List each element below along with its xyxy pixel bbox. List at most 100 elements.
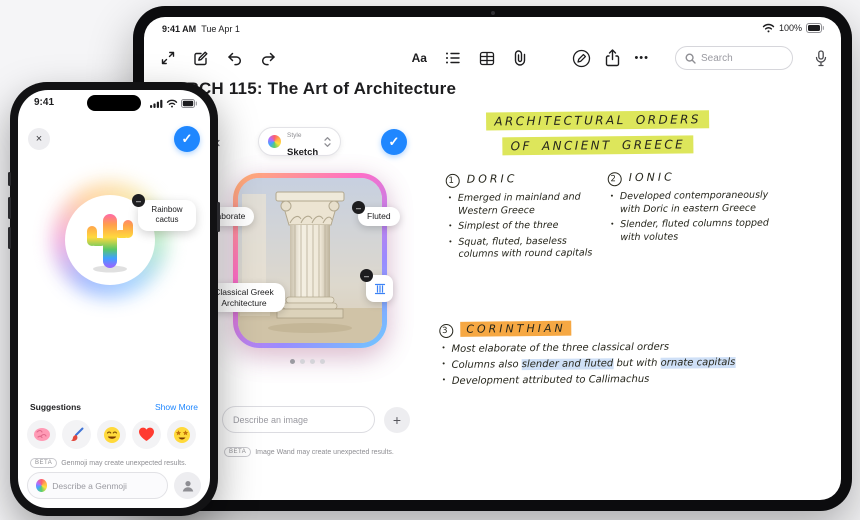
brain-emoji[interactable]: [27, 420, 56, 449]
attachment-icon[interactable]: [513, 50, 527, 66]
ipad-status-right: 100%: [762, 23, 825, 33]
redo-icon[interactable]: [260, 50, 277, 66]
pagination-dots: [290, 359, 325, 364]
corinthian-bullet: Most elaborate of the three classical or…: [441, 340, 739, 356]
doric-heading: DORIC: [466, 172, 518, 186]
section-ionic: 2 IONIC Developed contemporaneously with …: [607, 170, 777, 248]
remove-tag-icon[interactable]: –: [352, 201, 365, 214]
style-picker-chip[interactable]: Style Sketch: [258, 127, 342, 158]
corinthian-bullet: Development attributed to Callimachus: [442, 372, 740, 388]
beta-badge: BETA: [224, 447, 252, 457]
style-label: Style: [287, 131, 302, 139]
ipad-camera: [490, 10, 495, 15]
image-playground-icon: [268, 135, 281, 148]
paintbrush-emoji[interactable]: [62, 420, 91, 449]
ipad-status-date: Tue Apr 1: [201, 24, 240, 34]
highlighted-text: ornate capitals: [660, 357, 736, 369]
markup-pen-icon[interactable]: [572, 49, 591, 68]
ionic-bullet: Developed contemporaneously with Doric i…: [610, 190, 776, 217]
wifi-icon: [166, 99, 178, 108]
section-doric: 1 DORIC Emerged in mainland and Western G…: [445, 171, 599, 264]
tag-fluted[interactable]: – Fluted: [352, 201, 400, 226]
doric-number: 1: [445, 173, 460, 188]
starstruck-emoji[interactable]: [167, 420, 196, 449]
dynamic-island: [87, 95, 141, 111]
corinthian-number: 3: [439, 323, 454, 339]
ionic-bullet: Slender, fluted columns topped with volu…: [610, 218, 776, 245]
ipad-device: 9:41 AM Tue Apr 1 100% Aa ••• Search ARC…: [133, 6, 852, 511]
genmoji-input-row: [27, 472, 201, 499]
ipad-toolbar: Aa •••: [160, 41, 827, 75]
mic-icon[interactable]: [815, 49, 827, 67]
describe-image-input[interactable]: [233, 414, 364, 425]
emoji-suggestions: [27, 420, 196, 449]
style-value: Sketch: [287, 146, 319, 158]
highlighted-text: slender and fluted: [521, 358, 614, 371]
battery-icon: [806, 23, 825, 33]
remove-tag-icon[interactable]: –: [132, 194, 145, 207]
beta-badge: BETA: [30, 458, 58, 468]
doric-bullet: Simplest of the three: [448, 219, 598, 233]
doric-bullet: Squat, fluted, baseless columns with rou…: [448, 235, 598, 262]
show-more-link[interactable]: Show More: [155, 402, 198, 412]
iphone-screen: 9:41 × ✓ – Rainbow cactus Suggestions Sh…: [18, 90, 210, 508]
page-dot[interactable]: [290, 359, 295, 364]
text-style-icon[interactable]: Aa: [412, 51, 427, 65]
doric-bullet: Emerged in mainland and Western Greece: [448, 191, 598, 218]
people-picker-button[interactable]: [174, 472, 201, 499]
resize-icon[interactable]: [160, 50, 176, 66]
ionic-heading: IONIC: [628, 170, 675, 185]
suggestions-header: Suggestions Show More: [30, 402, 198, 412]
image-wand-beta-note: BETA Image Wand may create unexpected re…: [224, 447, 394, 457]
page-dot[interactable]: [320, 359, 325, 364]
column-icon: [373, 282, 387, 296]
describe-genmoji-field[interactable]: [27, 472, 168, 499]
describe-genmoji-input[interactable]: [52, 480, 159, 491]
iphone-status-time: 9:41: [34, 97, 55, 108]
undo-icon[interactable]: [226, 50, 243, 66]
ipad-status-bar: 9:41 AM Tue Apr 1: [162, 24, 240, 34]
describe-image-field[interactable]: [222, 406, 375, 433]
handwritten-notes-canvas[interactable]: ARCHITECTURAL ORDERS OF ANCIENT GREECE 1…: [437, 105, 831, 499]
tag-rainbow-cactus[interactable]: – Rainbow cactus: [132, 194, 196, 231]
remove-tag-icon[interactable]: –: [360, 269, 373, 282]
page-dot[interactable]: [300, 359, 305, 364]
notes-title-block: ARCHITECTURAL ORDERS OF ANCIENT GREECE: [455, 108, 741, 161]
corinthian-heading: CORINTHIAN: [460, 320, 572, 337]
iphone-status-icons: [150, 99, 198, 108]
ipad-status-time: 9:41 AM: [162, 24, 197, 34]
close-icon[interactable]: ×: [28, 128, 50, 150]
tag-column-style-chip[interactable]: –: [360, 269, 393, 302]
section-corinthian: 3 CORINTHIAN Most elaborate of the three …: [439, 320, 740, 392]
signal-icon: [150, 99, 163, 108]
page-dot[interactable]: [310, 359, 315, 364]
beta-note-text: Genmoji may create unexpected results.: [61, 459, 187, 467]
genmoji-beta-note: BETA Genmoji may create unexpected resul…: [30, 458, 187, 468]
iphone-device: 9:41 × ✓ – Rainbow cactus Suggestions Sh…: [8, 82, 220, 516]
more-icon[interactable]: •••: [634, 52, 649, 64]
laughing-emoji[interactable]: [97, 420, 126, 449]
power-button: [217, 202, 220, 232]
volume-down-button: [8, 227, 11, 249]
ipad-screen: 9:41 AM Tue Apr 1 100% Aa ••• Search ARC…: [144, 17, 841, 500]
heart-emoji[interactable]: [132, 420, 161, 449]
battery-percent: 100%: [778, 23, 802, 33]
rainbow-cactus-emoji: [82, 206, 138, 274]
confirm-check-icon[interactable]: ✓: [174, 126, 200, 152]
ionic-number: 2: [607, 172, 622, 187]
beta-note-text: Image Wand may create unexpected results…: [255, 448, 394, 456]
generated-image-card[interactable]: [233, 173, 387, 348]
suggestions-label: Suggestions: [30, 402, 82, 412]
add-icon[interactable]: +: [384, 407, 410, 433]
note-title: ARCH 115: The Art of Architecture: [174, 79, 457, 98]
action-button: [8, 172, 11, 186]
search-icon: [685, 52, 696, 64]
stage: 9:41 AM Tue Apr 1 100% Aa ••• Search ARC…: [0, 0, 860, 520]
share-icon[interactable]: [605, 49, 620, 67]
compose-icon[interactable]: [193, 50, 209, 66]
search-field[interactable]: [675, 46, 793, 70]
checklist-icon[interactable]: [445, 51, 461, 65]
confirm-check-icon[interactable]: ✓: [381, 129, 407, 155]
table-icon[interactable]: [479, 51, 495, 66]
search-input[interactable]: [701, 52, 781, 64]
